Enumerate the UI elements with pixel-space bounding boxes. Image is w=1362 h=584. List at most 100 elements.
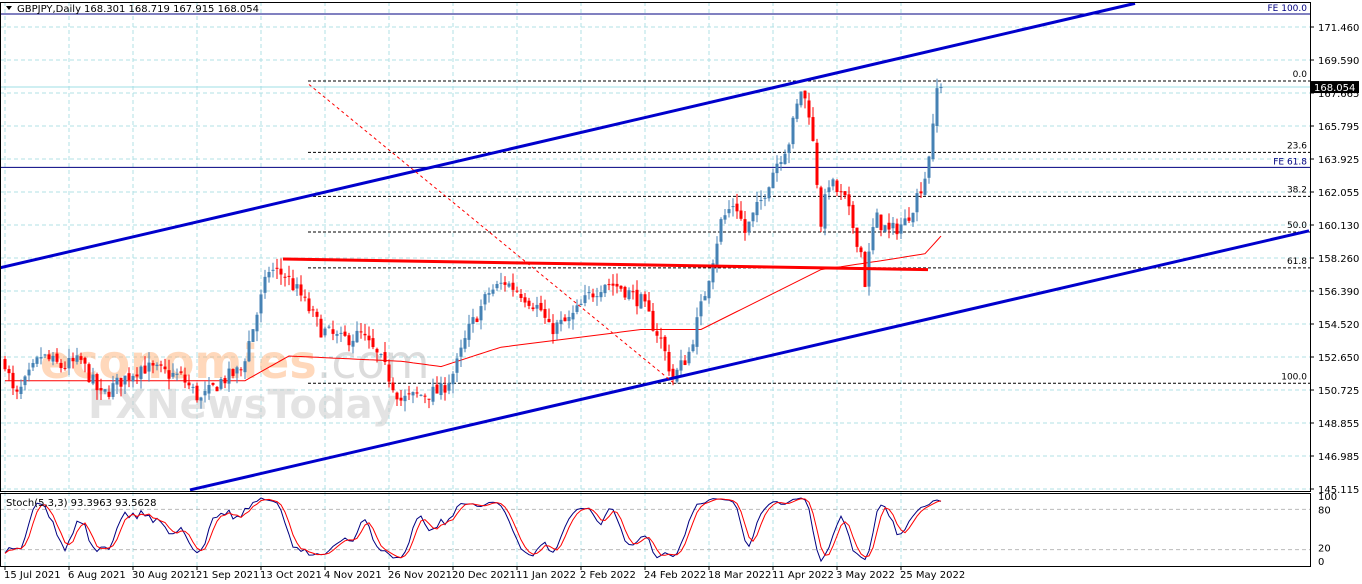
candle-body — [879, 214, 883, 231]
candle-body — [247, 340, 251, 362]
candle-body — [419, 394, 423, 396]
ohlc-values: 168.301 168.719 167.915 168.054 — [84, 4, 259, 15]
time-tick-label: 2 Feb 2022 — [580, 570, 636, 581]
candle-body — [19, 386, 23, 394]
candle-body — [315, 311, 319, 317]
candle-body — [311, 309, 315, 311]
candle-body — [819, 187, 823, 227]
candle-body — [719, 219, 723, 242]
candle-body — [3, 359, 7, 370]
time-tick-label: 11 Apr 2022 — [772, 570, 834, 581]
time-tick-label: 25 May 2022 — [900, 570, 965, 581]
candle-body — [91, 374, 95, 384]
candle-body — [355, 330, 359, 343]
candle-body — [631, 291, 635, 293]
candle-body — [207, 385, 211, 394]
candle-body — [571, 312, 575, 320]
time-tick-label: 15 Jul 2021 — [4, 570, 61, 581]
candle-body — [35, 357, 39, 364]
candle-body — [371, 338, 375, 348]
candle-body — [763, 197, 767, 199]
candle-body — [687, 351, 691, 364]
candle-body — [151, 363, 155, 366]
price-tick-label: 154.520 — [1318, 320, 1359, 331]
price-tick-label: 163.925 — [1318, 155, 1359, 166]
candle-body — [827, 187, 831, 193]
stoch-tick-label: 80 — [1318, 505, 1331, 516]
candle-body — [523, 297, 527, 303]
stoch-tick-label: 100 — [1318, 492, 1337, 503]
candle-body — [939, 87, 943, 89]
candle-body — [411, 392, 415, 396]
candle-body — [175, 373, 179, 375]
candle-body — [55, 353, 59, 362]
candle-body — [903, 218, 907, 226]
time-tick-label: 30 Aug 2021 — [132, 570, 196, 581]
candle-body — [163, 366, 167, 370]
candle-body — [643, 294, 647, 302]
candle-body — [95, 374, 99, 391]
candle-body — [99, 388, 103, 391]
candle-body — [487, 293, 491, 295]
candle-body — [331, 329, 335, 334]
price-tick-label: 160.130 — [1318, 221, 1359, 232]
price-tick-label: 146.985 — [1318, 452, 1359, 463]
candle-body — [295, 284, 299, 289]
candle-body — [195, 385, 199, 401]
candle-body — [7, 369, 11, 374]
candle-body — [495, 283, 499, 289]
candle-body — [387, 364, 391, 382]
candle-body — [835, 180, 839, 192]
candle-body — [783, 153, 787, 165]
candle-body — [159, 364, 163, 366]
candle-body — [579, 303, 583, 306]
candle-body — [183, 374, 187, 383]
candle-body — [543, 309, 547, 318]
candle-body — [871, 227, 875, 251]
candle-body — [651, 310, 655, 331]
candle-body — [51, 355, 55, 362]
candle-body — [479, 306, 483, 321]
candle-body — [691, 344, 695, 352]
channel-upper-line — [0, 1, 1136, 270]
candle-body — [339, 332, 343, 334]
candle-body — [555, 322, 559, 334]
candle-body — [823, 194, 827, 229]
candle-body — [491, 289, 495, 294]
candle-body — [751, 212, 755, 222]
candle-body — [47, 354, 51, 360]
candle-body — [367, 335, 371, 341]
candle-body — [551, 323, 555, 335]
candle-body — [767, 187, 771, 199]
candle-body — [507, 283, 511, 287]
price-tick-label: 169.590 — [1318, 56, 1359, 67]
candle-body — [263, 276, 267, 293]
candle-body — [755, 201, 759, 216]
candle-body — [463, 338, 467, 349]
candle-body — [111, 383, 115, 397]
candle-body — [775, 163, 779, 174]
candle-body — [899, 224, 903, 234]
candle-body — [607, 284, 611, 286]
candle-body — [803, 90, 807, 99]
candle-body — [455, 358, 459, 373]
time-tick-label: 18 Mar 2022 — [708, 570, 771, 581]
candle-body — [259, 294, 263, 314]
time-tick-label: 20 Dec 2021 — [452, 570, 516, 581]
fib-level-label: 50.0 — [1287, 221, 1307, 231]
candle-body — [103, 389, 107, 392]
candle-body — [407, 393, 411, 395]
candle-body — [935, 88, 939, 127]
candle-body — [243, 361, 247, 373]
fib-level-label: 61.8 — [1287, 257, 1307, 267]
candle-body — [267, 272, 271, 278]
candle-body — [359, 331, 363, 333]
collapse-triangle-icon[interactable] — [6, 6, 12, 10]
candle-body — [423, 395, 427, 397]
candle-body — [931, 123, 935, 160]
candle-body — [895, 223, 899, 235]
candle-body — [739, 210, 743, 219]
time-tick-label: 13 Oct 2021 — [260, 570, 322, 581]
candle-body — [431, 386, 435, 402]
price-chart[interactable]: economies.com FXNewsToday FE 100.0FE 61.… — [0, 0, 1362, 584]
